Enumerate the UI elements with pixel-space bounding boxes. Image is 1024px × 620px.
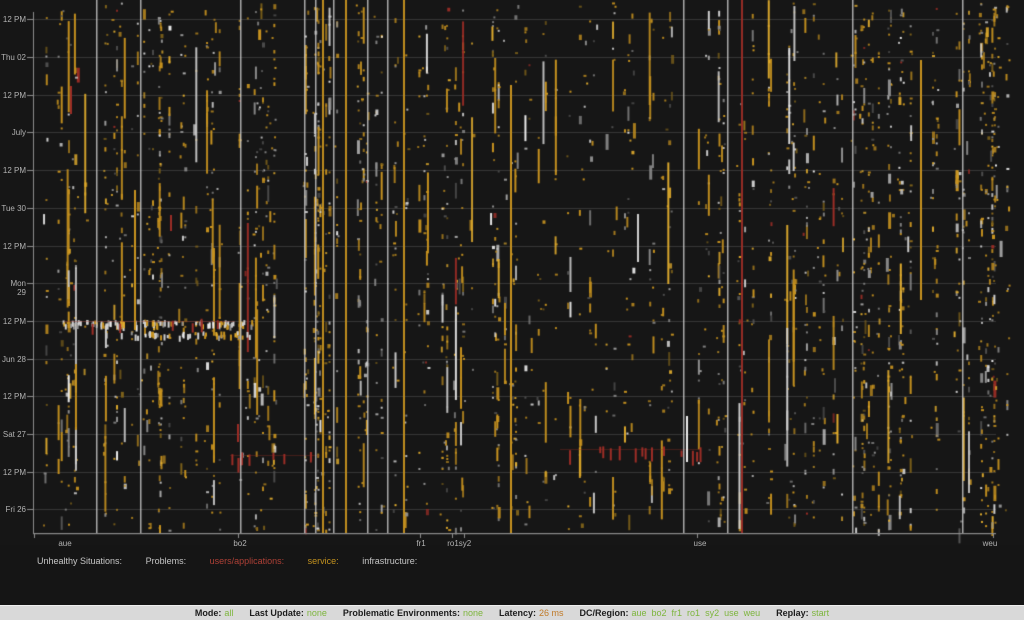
time-axis-label: 12 PM (0, 392, 26, 401)
status-replay-value[interactable]: start (812, 608, 830, 618)
time-axis-label: Mon 29 (0, 279, 26, 297)
status-last-update: Last Update: none (249, 608, 327, 618)
status-dc-region-label: DC/Region: (580, 608, 629, 618)
health-timeline-chart[interactable] (0, 0, 1024, 545)
time-axis-label: 12 PM (0, 15, 26, 24)
environment-axis-label-bo2: bo2 (233, 539, 246, 548)
health-timeline: 12 PM Thu 02 12 PM July 12 PM Tue 30 12 PM Mon … (0, 0, 1024, 545)
time-axis-label: 12 PM (0, 468, 26, 477)
time-axis-label: Thu 02 (0, 53, 26, 62)
status-problematic-environments-value: none (463, 608, 483, 618)
monitoring-app: 12 PM Thu 02 12 PM July 12 PM Tue 30 12 PM Mon … (0, 0, 1024, 620)
status-last-update-label: Last Update: (249, 608, 304, 618)
environment-axis-label-weu: weu (983, 539, 998, 548)
status-problematic-environments: Problematic Environments: none (343, 608, 483, 618)
status-dc-region: DC/Region: aue bo2 fr1 ro1 sy2 use weu (580, 608, 761, 618)
legend: Unhealthy Situations: Problems: users/ap… (37, 556, 438, 566)
status-dc-region-value[interactable]: aue bo2 fr1 ro1 sy2 use weu (632, 608, 761, 618)
time-axis-label: 12 PM (0, 317, 26, 326)
time-axis-label: July (0, 128, 26, 137)
status-latency: Latency: 26 ms (499, 608, 564, 618)
legend-infrastructure[interactable]: infrastructure: (362, 556, 417, 566)
environment-axis-label-sy2: sy2 (459, 539, 471, 548)
legend-problems: Problems: (146, 556, 187, 566)
status-mode: Mode: all (195, 608, 234, 618)
time-axis-label: Fri 26 (0, 505, 26, 514)
status-latency-value: 26 ms (539, 608, 564, 618)
time-axis-label: 12 PM (0, 166, 26, 175)
environment-axis-label-use: use (694, 539, 707, 548)
status-mode-label: Mode: (195, 608, 222, 618)
status-problematic-environments-label: Problematic Environments: (343, 608, 460, 618)
legend-service[interactable]: service: (308, 556, 339, 566)
legend-users-applications[interactable]: users/applications: (210, 556, 285, 566)
status-mode-value[interactable]: all (224, 608, 233, 618)
status-last-update-value: none (307, 608, 327, 618)
legend-unhealthy-situations: Unhealthy Situations: (37, 556, 122, 566)
status-bar: Mode: all Last Update: none Problematic … (0, 605, 1024, 620)
time-axis-label: Tue 30 (0, 204, 26, 213)
time-axis-label: Sat 27 (0, 430, 26, 439)
status-latency-label: Latency: (499, 608, 536, 618)
time-axis-label: 12 PM (0, 242, 26, 251)
status-replay-label: Replay: (776, 608, 809, 618)
status-replay: Replay: start (776, 608, 829, 618)
environment-axis-label-aue: aue (58, 539, 71, 548)
time-axis-label: Jun 28 (0, 355, 26, 364)
environment-axis-label-ro1: ro1 (447, 539, 459, 548)
environment-axis-label-fr1: fr1 (416, 539, 425, 548)
time-axis-label: 12 PM (0, 91, 26, 100)
